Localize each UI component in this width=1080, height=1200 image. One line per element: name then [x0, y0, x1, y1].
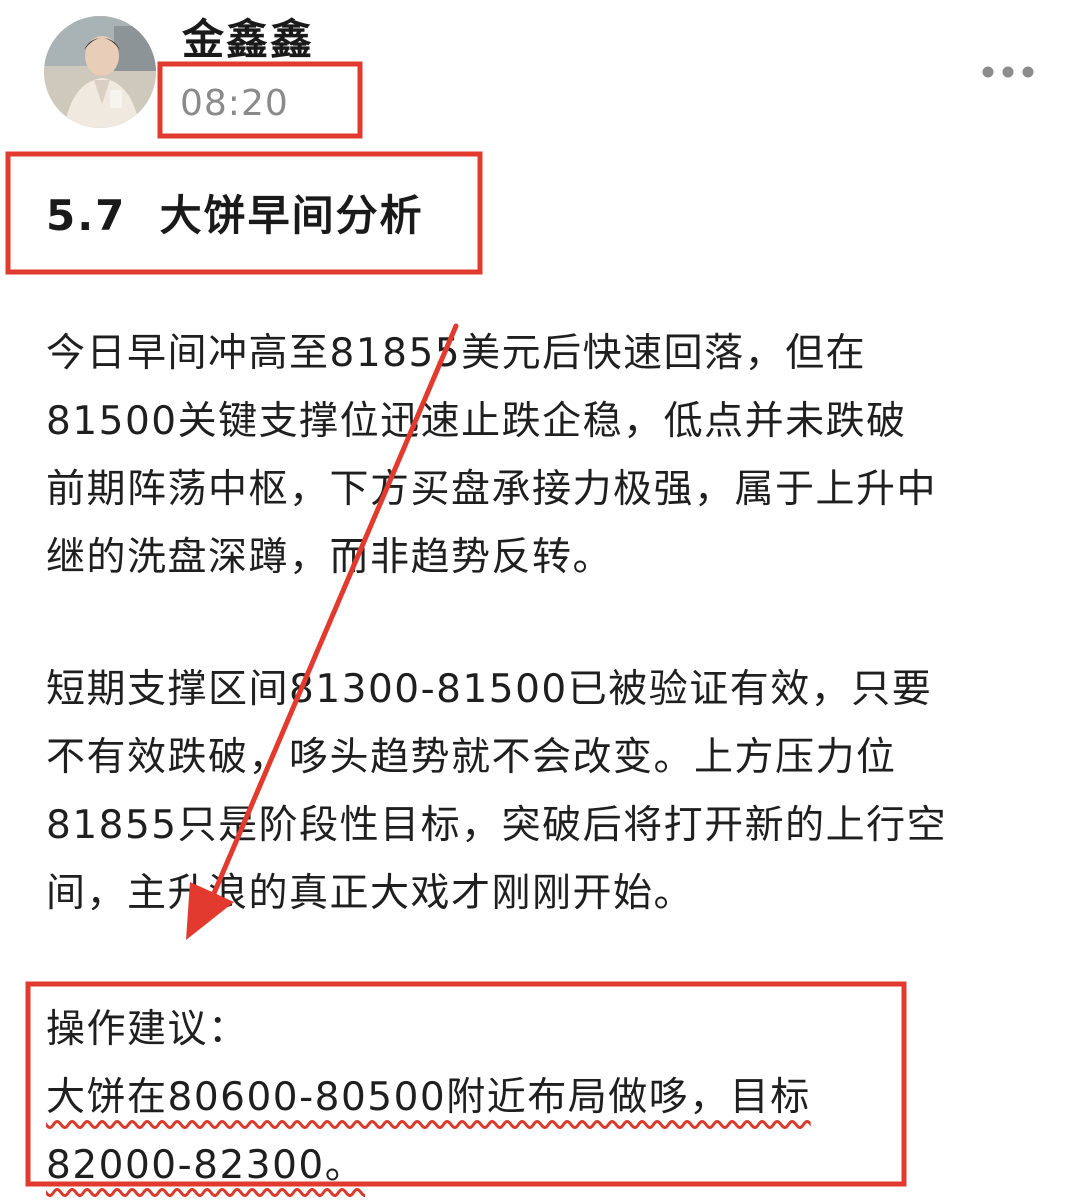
operation-line-1-wrap: 大饼在80600-80500附近布局做哆，目标: [46, 1064, 1036, 1132]
post-title: 5.7 大饼早间分析: [46, 191, 424, 240]
operation-advice: 操作建议： 大饼在80600-80500附近布局做哆，目标 82000-8230…: [46, 996, 1036, 1200]
paragraph-line: 81855只是阶段性目标，突破后将打开新的上行空: [46, 803, 948, 848]
author-name[interactable]: 金鑫鑫: [182, 12, 314, 68]
avatar[interactable]: [44, 16, 156, 128]
more-horizontal-icon[interactable]: [980, 62, 1036, 82]
operation-line-2: 82000-82300。: [46, 1143, 366, 1188]
operation-line-1: 大饼在80600-80500附近布局做哆，目标: [46, 1075, 811, 1120]
analysis-paragraph-1: 今日早间冲高至81855美元后快速回落，但在 81500关键支撑位迅速止跌企稳，…: [46, 320, 1036, 592]
paragraph-line: 继的洗盘深蹲，而非趋势反转。: [46, 535, 614, 580]
operation-line-2-wrap: 82000-82300。: [46, 1132, 1036, 1200]
paragraph-line: 今日早间冲高至81855美元后快速回落，但在: [46, 331, 867, 376]
paragraph-line: 前期阵荡中枢，下方买盘承接力极强，属于上升中: [46, 467, 938, 512]
paragraph-line: 短期支撑区间81300-81500已被验证有效，只要: [46, 667, 933, 712]
paragraph-line: 81500关键支撑位迅速止跌企稳，低点并未跌破: [46, 399, 907, 444]
post-time: 08:20: [180, 83, 289, 124]
analysis-paragraph-2: 短期支撑区间81300-81500已被验证有效，只要 不有效跌破，哆头趋势就不会…: [46, 656, 1036, 928]
paragraph-line: 间，主升浪的真正大戏才刚刚开始。: [46, 871, 695, 916]
operation-heading: 操作建议：: [46, 1007, 249, 1052]
paragraph-line: 不有效跌破，哆头趋势就不会改变。上方压力位: [46, 735, 897, 780]
avatar-photo: [44, 16, 156, 128]
